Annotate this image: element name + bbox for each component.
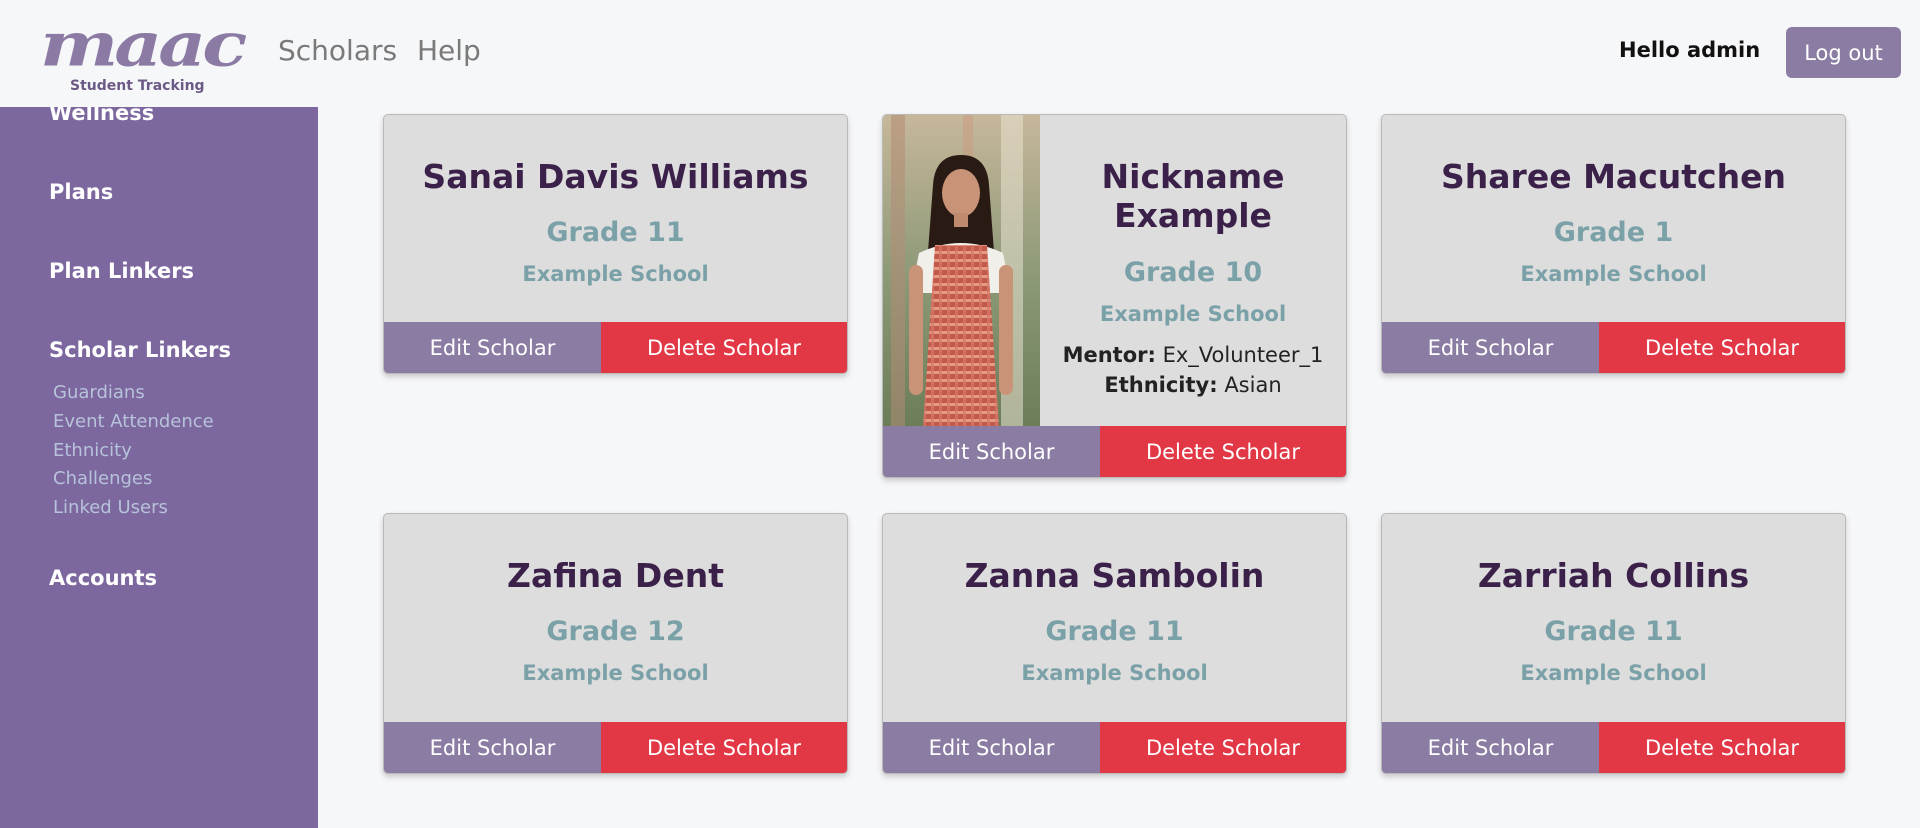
delete-scholar-button[interactable]: Delete Scholar <box>1599 322 1845 373</box>
card-actions: Edit Scholar Delete Scholar <box>883 722 1346 773</box>
logo-subtitle: Student Tracking <box>70 78 205 94</box>
scholar-grade: Grade 11 <box>1045 616 1184 647</box>
scholar-card: Sharee Macutchen Grade 1 Example School … <box>1381 114 1846 374</box>
sidebar-subitem-guardians[interactable]: Guardians <box>53 382 145 403</box>
mentor-label: Mentor: <box>1062 343 1156 367</box>
sidebar-item-scholar-linkers[interactable]: Scholar Linkers <box>49 338 231 362</box>
mentor-line: Mentor: Ex_Volunteer_1 <box>1040 343 1346 367</box>
scholar-grade: Grade 10 <box>1123 257 1263 288</box>
edit-scholar-button[interactable]: Edit Scholar <box>384 722 601 773</box>
scholar-card-featured: Nickname Example Grade 10 Example School… <box>882 114 1347 478</box>
sidebar-subitem-ethnicity[interactable]: Ethnicity <box>53 440 132 461</box>
sidebar-subitem-challenges[interactable]: Challenges <box>53 468 152 489</box>
scholar-details: Nickname Example Grade 10 Example School… <box>1040 115 1346 427</box>
mentor-value: Ex_Volunteer_1 <box>1162 343 1324 367</box>
nav-scholars-link[interactable]: Scholars <box>278 34 397 67</box>
card-actions: Edit Scholar Delete Scholar <box>883 426 1346 477</box>
scholar-card: Sanai Davis Williams Grade 11 Example Sc… <box>383 114 848 374</box>
scholar-card: Zafina Dent Grade 12 Example School Edit… <box>383 513 848 774</box>
scholar-name-line-1: Nickname <box>1101 157 1285 196</box>
ethnicity-label: Ethnicity: <box>1104 373 1218 397</box>
scholar-grade: Grade 11 <box>546 217 685 248</box>
top-header: maac Student Tracking Scholars Help Hell… <box>0 0 1920 107</box>
sidebar-subitem-linked-users[interactable]: Linked Users <box>53 497 168 518</box>
sidebar-item-plan-linkers[interactable]: Plan Linkers <box>49 259 194 283</box>
edit-scholar-button[interactable]: Edit Scholar <box>883 426 1100 477</box>
card-actions: Edit Scholar Delete Scholar <box>1382 722 1845 773</box>
delete-scholar-button[interactable]: Delete Scholar <box>1100 722 1346 773</box>
scholar-name-line-2: Example <box>1114 196 1272 235</box>
scholar-school: Example School <box>1520 262 1707 286</box>
scholar-name: Sharee Macutchen <box>1441 157 1786 196</box>
scholar-grade: Grade 1 <box>1553 217 1674 248</box>
scholar-grade: Grade 11 <box>1544 616 1683 647</box>
delete-scholar-button[interactable]: Delete Scholar <box>601 322 847 373</box>
scholar-name: Sanai Davis Williams <box>422 157 809 196</box>
delete-scholar-button[interactable]: Delete Scholar <box>1599 722 1845 773</box>
delete-scholar-button[interactable]: Delete Scholar <box>601 722 847 773</box>
scholar-school: Example School <box>522 262 709 286</box>
sidebar-item-accounts[interactable]: Accounts <box>49 566 157 590</box>
scholar-photo <box>883 115 1040 427</box>
logo-wordmark: maac <box>40 9 247 81</box>
card-actions: Edit Scholar Delete Scholar <box>384 722 847 773</box>
sidebar: Wellness Plans Plan Linkers Scholar Link… <box>0 107 318 828</box>
card-actions: Edit Scholar Delete Scholar <box>1382 322 1845 373</box>
ethnicity-value: Asian <box>1224 373 1282 397</box>
scholar-name: Zafina Dent <box>507 556 724 595</box>
sidebar-item-plans[interactable]: Plans <box>49 180 113 204</box>
ethnicity-line: Ethnicity: Asian <box>1040 373 1346 397</box>
edit-scholar-button[interactable]: Edit Scholar <box>1382 322 1599 373</box>
scholar-school: Example School <box>1021 661 1208 685</box>
delete-scholar-button[interactable]: Delete Scholar <box>1100 426 1346 477</box>
nav-help-link[interactable]: Help <box>417 34 481 67</box>
card-actions: Edit Scholar Delete Scholar <box>384 322 847 373</box>
logout-button[interactable]: Log out <box>1786 27 1901 78</box>
sidebar-item-wellness[interactable]: Wellness <box>49 107 154 125</box>
edit-scholar-button[interactable]: Edit Scholar <box>384 322 601 373</box>
scholar-name: Zarriah Collins <box>1477 556 1750 595</box>
edit-scholar-button[interactable]: Edit Scholar <box>1382 722 1599 773</box>
scholar-grade: Grade 12 <box>546 616 685 647</box>
scholar-school: Example School <box>522 661 709 685</box>
scholar-card: Zarriah Collins Grade 11 Example School … <box>1381 513 1846 774</box>
scholar-card: Zanna Sambolin Grade 11 Example School E… <box>882 513 1347 774</box>
scholar-name: Zanna Sambolin <box>964 556 1265 595</box>
edit-scholar-button[interactable]: Edit Scholar <box>883 722 1100 773</box>
maac-logo[interactable]: maac Student Tracking <box>40 9 247 100</box>
scholar-school: Example School <box>1099 302 1287 326</box>
scholar-school: Example School <box>1520 661 1707 685</box>
user-greeting: Hello admin <box>1619 38 1761 62</box>
sidebar-subitem-event-attendence[interactable]: Event Attendence <box>53 411 214 432</box>
